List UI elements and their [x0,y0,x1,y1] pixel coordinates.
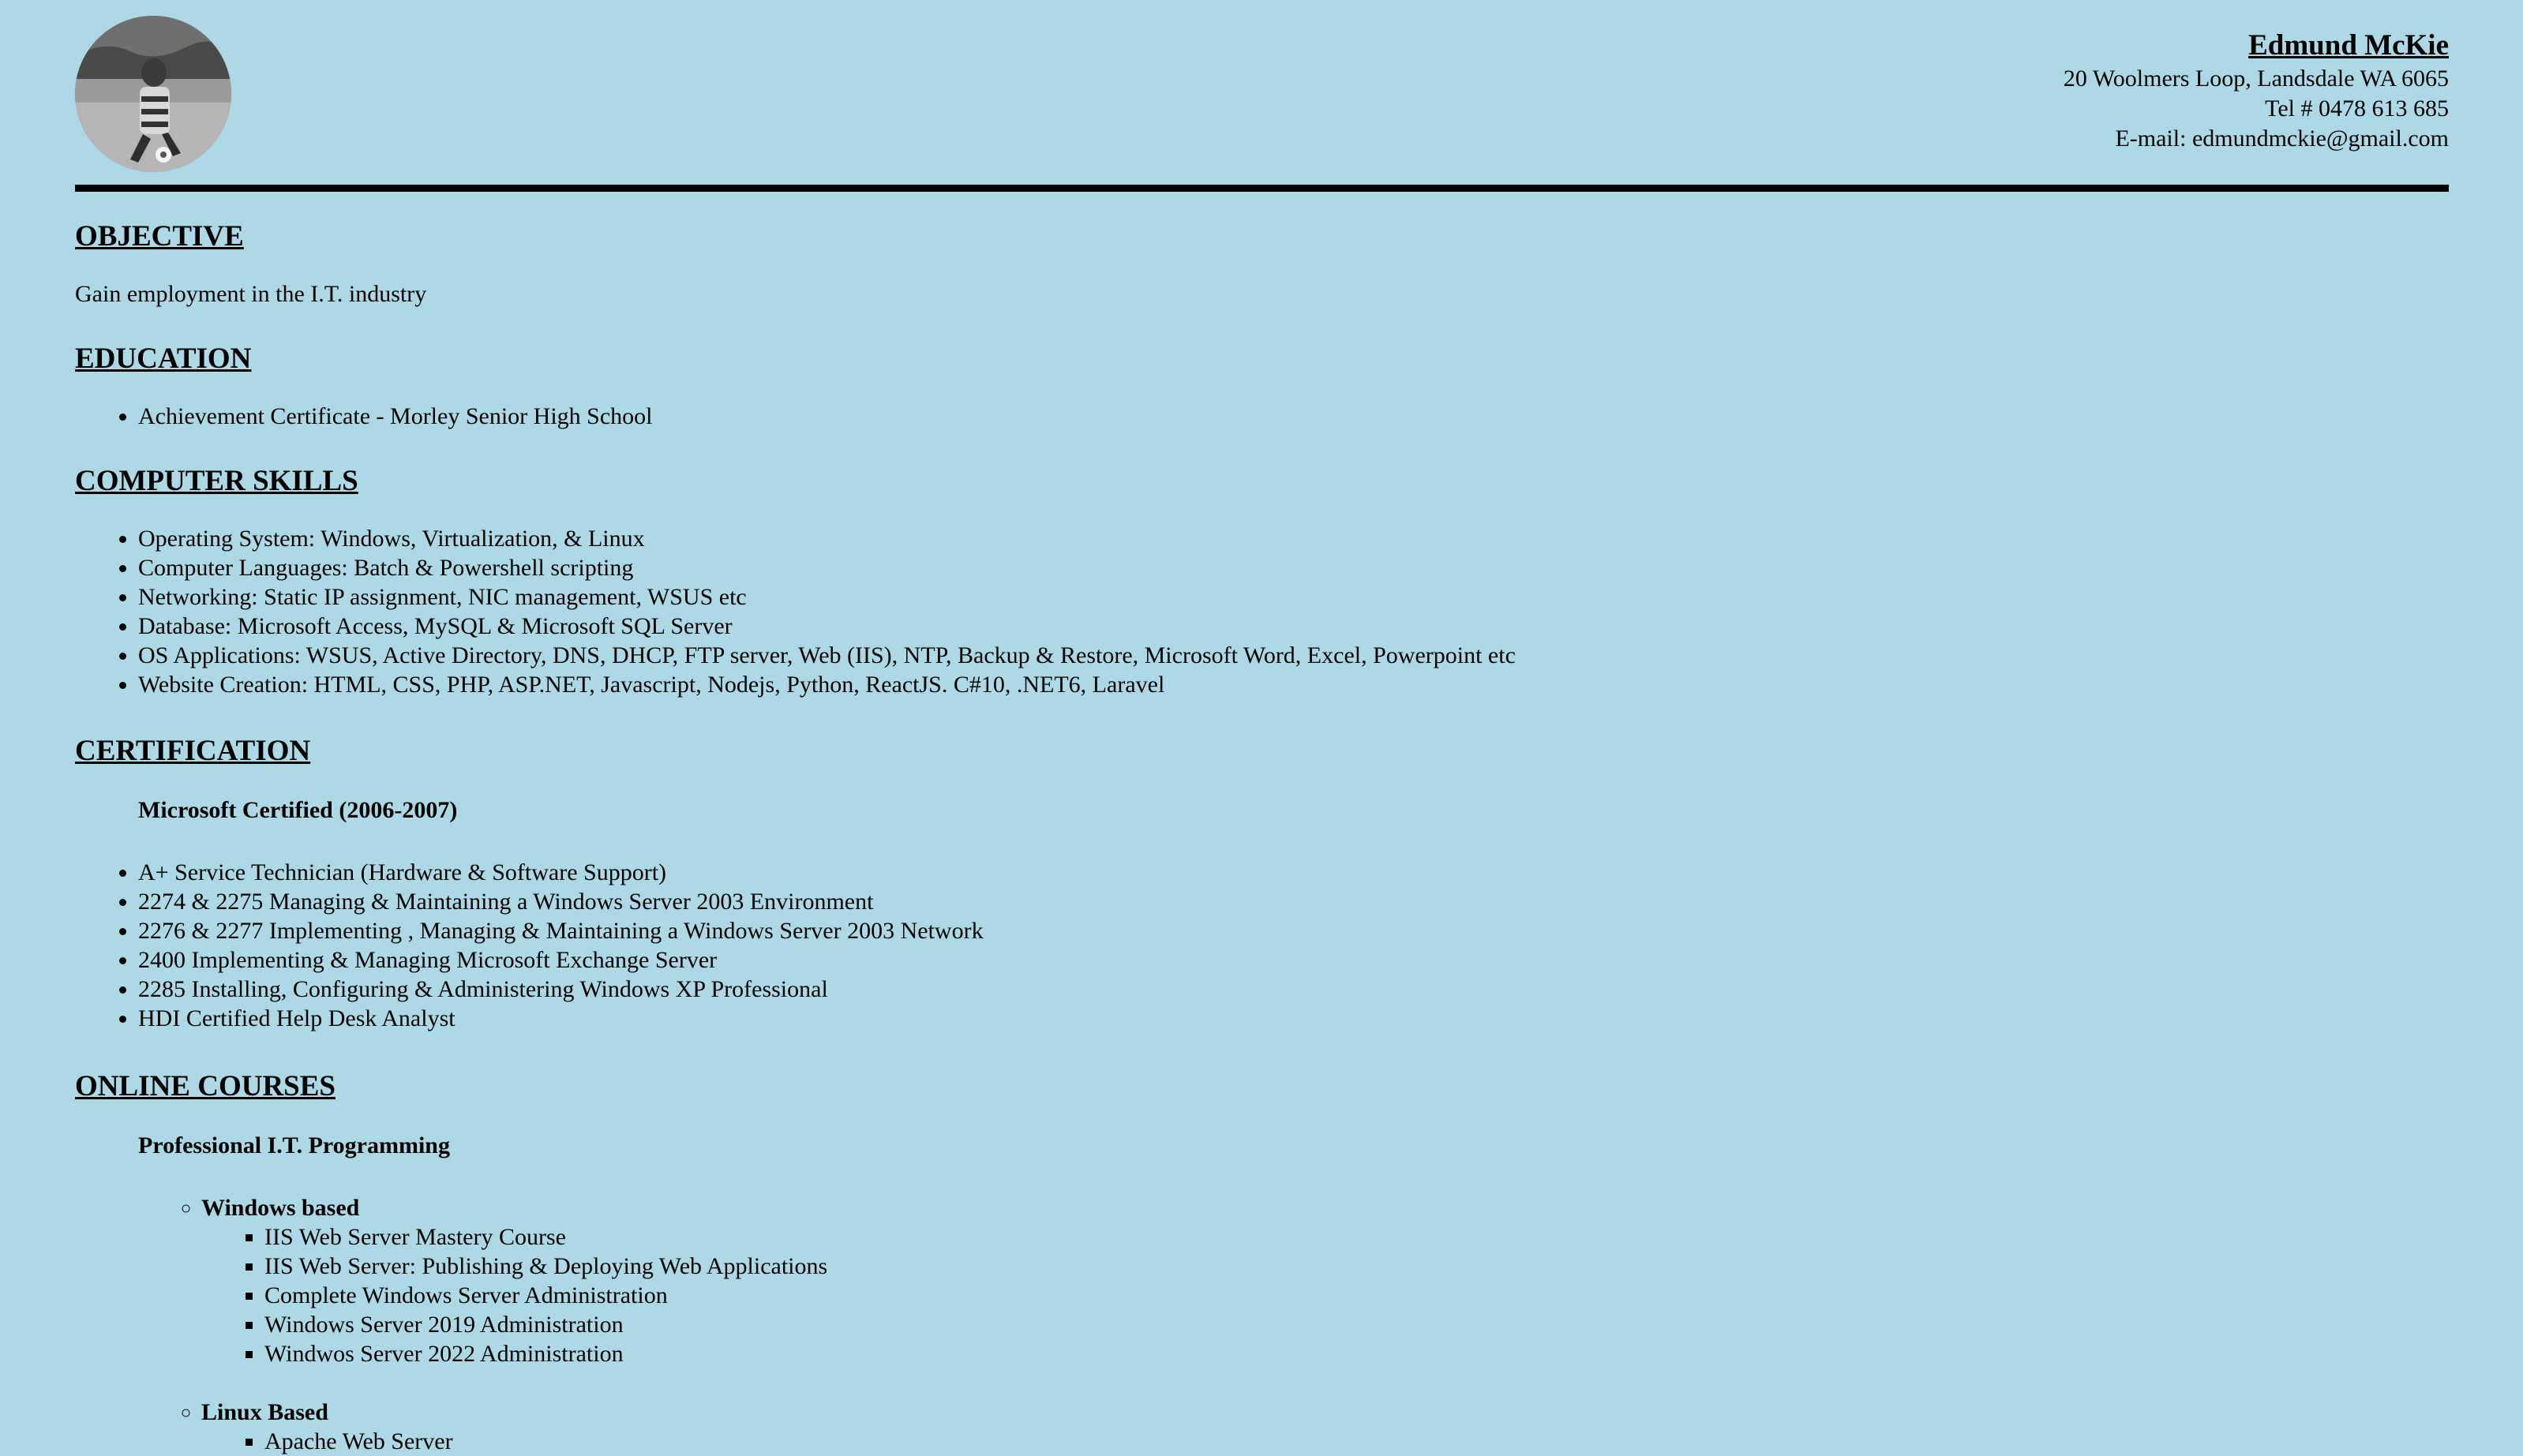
certification-subtitle: Microsoft Certified (2006-2007) [138,797,458,823]
course-list: Apache Web Server [201,1427,827,1456]
online-courses-heading: ONLINE COURSES [75,1070,336,1102]
list-item: A+ Service Technician (Hardware & Softwa… [138,858,984,887]
phone-line: Tel # 0478 613 685 [2265,95,2449,122]
candidate-name: Edmund McKie [2248,29,2449,62]
course-list: IIS Web Server Mastery Course IIS Web Se… [201,1222,827,1368]
email-line: E-mail: edmundmckie@gmail.com [2115,125,2449,152]
list-item: IIS Web Server Mastery Course [264,1222,827,1252]
list-item: 2274 & 2275 Managing & Maintaining a Win… [138,887,984,916]
list-item: Apache Web Server [264,1427,827,1456]
computer-skills-list: Operating System: Windows, Virtualizatio… [75,524,1516,699]
list-item: HDI Certified Help Desk Analyst [138,1004,984,1033]
list-item: 2276 & 2277 Implementing , Managing & Ma… [138,916,984,945]
resume-page: Edmund McKie 20 Woolmers Loop, Landsdale… [75,0,2449,1454]
course-group: Windows based IIS Web Server Mastery Cou… [201,1193,827,1368]
objective-text: Gain employment in the I.T. industry [75,281,427,307]
list-item: OS Applications: WSUS, Active Directory,… [138,641,1516,670]
address-line: 20 Woolmers Loop, Landsdale WA 6065 [2063,66,2449,92]
resume-header: Edmund McKie 20 Woolmers Loop, Landsdale… [75,0,2449,192]
contact-block: Edmund McKie 20 Woolmers Loop, Landsdale… [2064,28,2449,154]
list-item: 2285 Installing, Configuring & Administe… [138,975,984,1004]
list-item: Operating System: Windows, Virtualizatio… [138,524,1516,553]
list-item: Windows Server 2019 Administration [264,1310,827,1339]
profile-photo [75,16,231,172]
list-item: Networking: Static IP assignment, NIC ma… [138,582,1516,612]
course-group-title: Windows based [201,1195,360,1221]
list-item: Windwos Server 2022 Administration [264,1339,827,1368]
objective-section: OBJECTIVE Gain employment in the I.T. in… [75,219,426,309]
list-item: Website Creation: HTML, CSS, PHP, ASP.NE… [138,670,1516,699]
course-group-title: Linux Based [201,1399,328,1425]
certification-section: CERTIFICATION Microsoft Certified (2006-… [75,733,984,1033]
list-item: Complete Windows Server Administration [264,1281,827,1310]
list-item: Computer Languages: Batch & Powershell s… [138,553,1516,582]
list-item: IIS Web Server: Publishing & Deploying W… [264,1252,827,1281]
objective-heading: OBJECTIVE [75,220,244,253]
header-divider [75,185,2449,192]
certification-list: A+ Service Technician (Hardware & Softwa… [75,858,984,1033]
course-group-list: Windows based IIS Web Server Mastery Cou… [75,1193,827,1456]
list-item: Achievement Certificate - Morley Senior … [138,402,653,431]
computer-skills-heading: COMPUTER SKILLS [75,465,358,497]
online-courses-subtitle: Professional I.T. Programming [138,1132,450,1158]
education-list: Achievement Certificate - Morley Senior … [75,402,653,431]
online-courses-section: ONLINE COURSES Professional I.T. Program… [75,1069,827,1456]
computer-skills-section: COMPUTER SKILLS Operating System: Window… [75,463,1516,699]
list-item: 2400 Implementing & Managing Microsoft E… [138,945,984,975]
education-section: EDUCATION Achievement Certificate - Morl… [75,341,653,431]
education-heading: EDUCATION [75,342,252,375]
certification-heading: CERTIFICATION [75,735,311,767]
list-item: Database: Microsoft Access, MySQL & Micr… [138,612,1516,641]
